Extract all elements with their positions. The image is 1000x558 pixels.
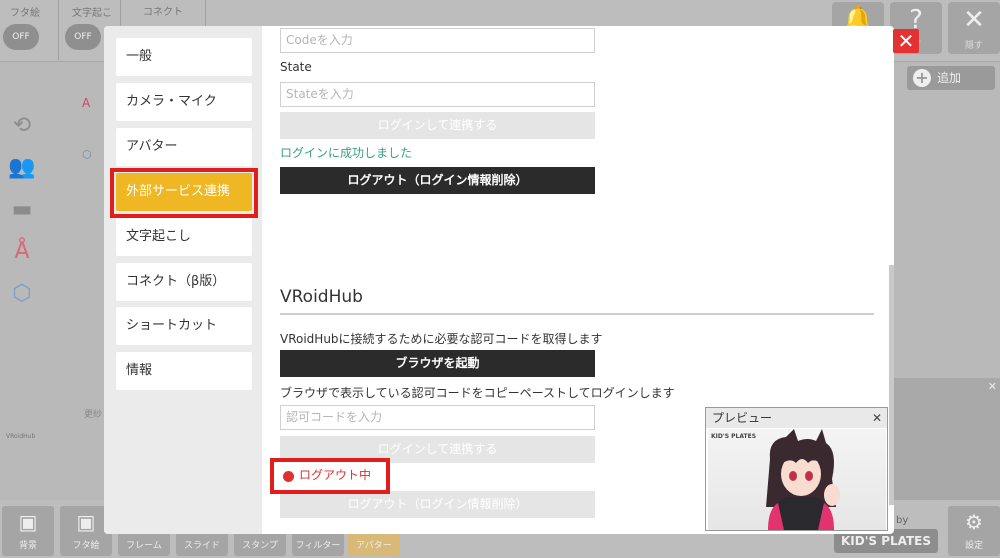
avatar-illustration: [766, 429, 840, 530]
vroidhub-description: VRoidHubに接続するために必要な認可コードを取得します: [280, 332, 603, 346]
dialog-close-button[interactable]: ✕: [893, 29, 919, 53]
nav-highlight-box: [110, 168, 258, 218]
settings-sidebar: 一般 カメラ・マイク アバター 外部サービス連携 文字起こし コネクト（β版） …: [104, 26, 262, 534]
login-link-button[interactable]: ログインして連携する: [280, 112, 595, 139]
bottom-label: スライド: [183, 541, 220, 551]
bottom-label: フィルター: [295, 541, 341, 551]
avatar-a-small-icon: A: [82, 96, 91, 110]
bottom-label: 背景: [18, 541, 37, 551]
by-text: by: [896, 515, 909, 526]
divider: [58, 0, 59, 60]
transcribe-toggle[interactable]: OFF: [65, 24, 101, 50]
vroid-hexagon-icon[interactable]: ⬡: [8, 280, 36, 308]
futae-toggle-label: フタ絵: [10, 8, 40, 19]
state-label: State: [280, 60, 312, 74]
image-icon: ▣: [18, 510, 38, 534]
nav-camera-mic[interactable]: カメラ・マイク: [116, 83, 252, 121]
users-icon[interactable]: 👥: [8, 154, 36, 182]
background-text: 更紗: [84, 410, 103, 420]
history-icon[interactable]: ⟲: [8, 112, 36, 140]
vroid-side-label: VRoidHub: [6, 433, 36, 440]
futae-toggle-group: フタ絵 OFF: [0, 2, 60, 58]
nav-general[interactable]: 一般: [116, 38, 252, 76]
settings-label: 設定: [964, 541, 983, 551]
status-dot-icon: [283, 471, 294, 482]
bottom-label: アバター: [356, 541, 392, 551]
login-success-message: ログインに成功しました: [280, 146, 413, 160]
preview-title: プレビュー: [712, 411, 773, 425]
avatar-preview-image: KID'S PLATES: [708, 429, 886, 530]
gear-icon: ⚙: [965, 510, 983, 534]
dialog-scrollbar[interactable]: [889, 265, 894, 505]
code-input[interactable]: Codeを入力: [280, 28, 595, 53]
bottom-label: スタンプ: [242, 541, 278, 551]
logout-status-highlight: ログアウト中: [270, 458, 390, 494]
left-toolbar: ⟲ 👥 ▬ Å ⬡ VRoidHub: [0, 100, 42, 500]
add-button-label: 追加: [937, 71, 962, 85]
connect-label: コネクト: [143, 7, 183, 18]
hexagon-small-icon: ⬡: [82, 148, 92, 161]
section-divider: [280, 313, 874, 315]
launch-browser-button[interactable]: ブラウザを起動: [280, 350, 595, 377]
logout-button[interactable]: ログアウト（ログイン情報削除）: [280, 167, 595, 194]
futae-toggle[interactable]: OFF: [3, 24, 39, 50]
preview-close-icon[interactable]: ✕: [872, 408, 882, 428]
bottom-button-background[interactable]: ▣ 背景: [2, 506, 54, 556]
nav-shortcuts[interactable]: ショートカット: [116, 307, 252, 345]
vroidhub-section-title: VRoidHub: [280, 287, 363, 307]
preview-window[interactable]: プレビュー ✕ KID'S PLATES: [705, 407, 888, 531]
close-icon[interactable]: ✕: [988, 380, 997, 393]
nav-info[interactable]: 情報: [116, 352, 252, 390]
add-button[interactable]: + 追加: [907, 66, 995, 90]
nav-avatar[interactable]: アバター: [116, 128, 252, 166]
hide-button[interactable]: ✕ 隠す: [948, 2, 1000, 54]
hide-label: 隠す: [964, 41, 983, 51]
auth-code-input[interactable]: 認可コードを入力: [280, 405, 595, 430]
bottom-label: フタ絵: [72, 541, 100, 551]
preview-header[interactable]: プレビュー ✕: [706, 408, 887, 428]
vroidhub-logout-button[interactable]: ログアウト（ログイン情報削除）: [280, 491, 595, 518]
nav-transcription[interactable]: 文字起こし: [116, 218, 252, 256]
plus-icon: +: [913, 69, 931, 87]
nav-connect-beta[interactable]: コネクト（β版）: [116, 263, 252, 301]
right-preview-panel: ✕: [890, 378, 1000, 500]
logout-status: ログアウト中: [299, 468, 372, 482]
close-icon: ✕: [963, 5, 985, 35]
vroidhub-instruction: ブラウザで表示している認可コードをコピーペーストしてログインします: [280, 386, 675, 400]
avatar-a-icon[interactable]: Å: [8, 238, 36, 266]
settings-button[interactable]: ⚙ 設定: [948, 506, 1000, 556]
folder-icon[interactable]: ▬: [8, 196, 36, 224]
state-input[interactable]: Stateを入力: [280, 82, 595, 107]
bottom-label: フレーム: [126, 541, 162, 551]
transcribe-toggle-label: 文字起こ: [72, 8, 112, 19]
preview-brand-logo: KID'S PLATES: [711, 433, 757, 440]
